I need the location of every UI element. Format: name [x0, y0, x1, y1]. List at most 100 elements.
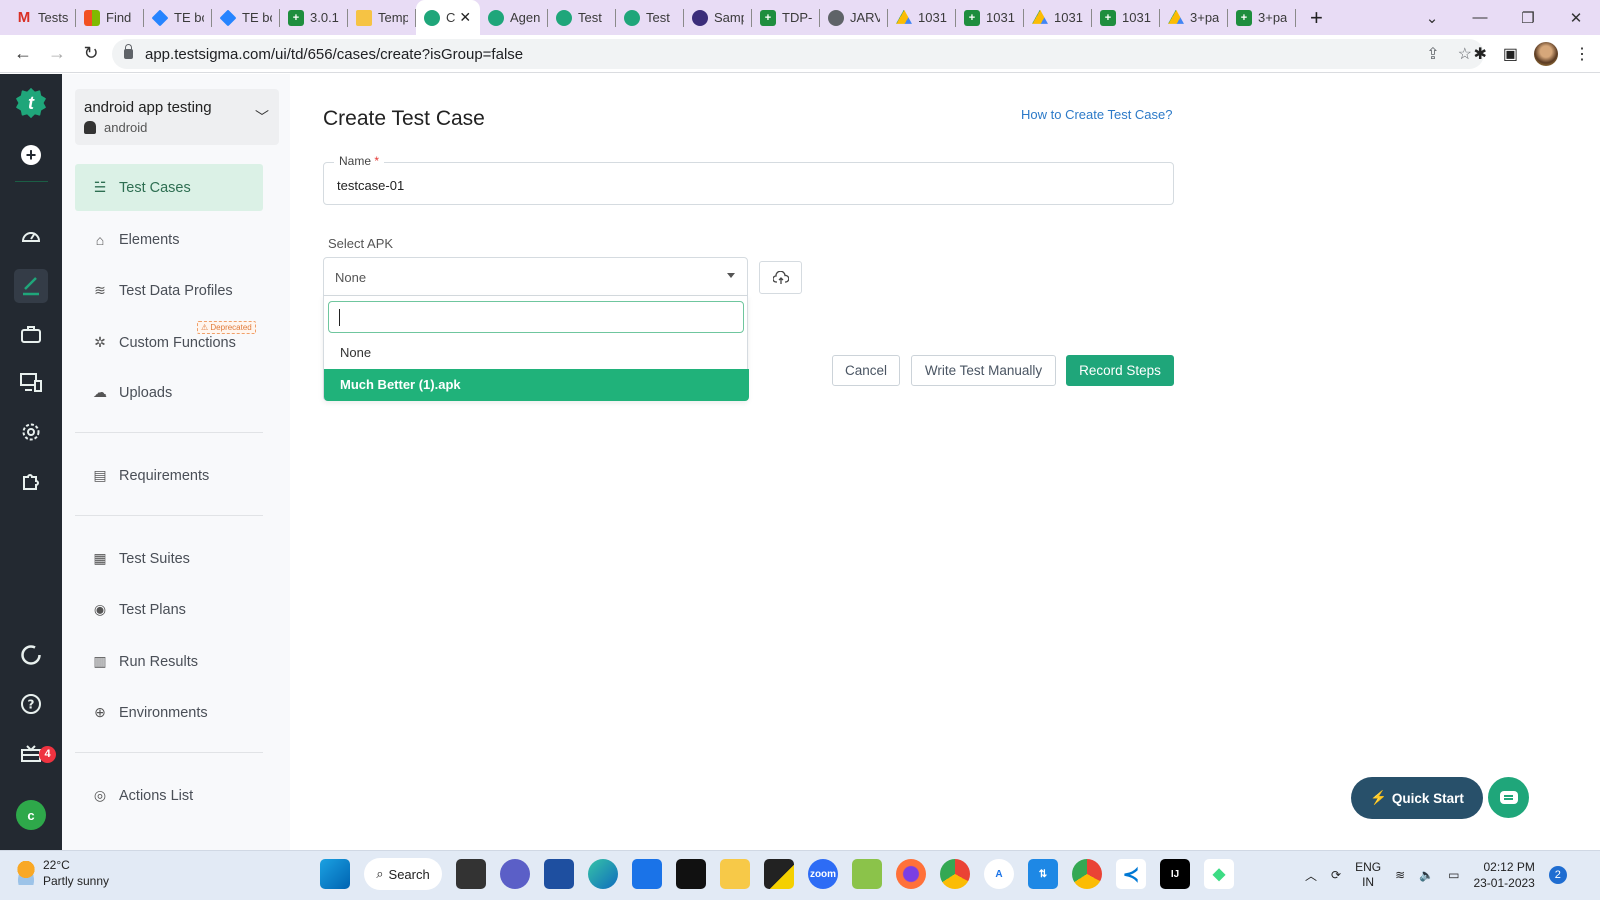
forward-button[interactable]: → — [40, 43, 74, 64]
test-development-nav[interactable] — [14, 269, 48, 303]
maximize-button[interactable]: ❐ — [1504, 9, 1552, 27]
sidebar-item-test-data-profiles[interactable]: ≋ Test Data Profiles — [75, 267, 263, 314]
record-steps-button[interactable]: Record Steps — [1066, 355, 1174, 386]
browser-tab[interactable]: +3+pa — [1228, 0, 1296, 35]
apk-option-highlighted[interactable]: Much Better (1).apk — [324, 369, 749, 401]
browser-tab[interactable]: JARV — [820, 0, 888, 35]
side-panel-icon[interactable]: ▣ — [1503, 44, 1518, 64]
sidebar-item-test-plans[interactable]: ◉ Test Plans — [75, 586, 263, 633]
user-avatar[interactable]: c — [16, 800, 46, 830]
firefox-icon[interactable] — [896, 859, 926, 889]
apk-option[interactable]: None — [324, 337, 749, 369]
sidebar-item-test-suites[interactable]: ▦ Test Suites — [75, 535, 263, 582]
language-indicator[interactable]: ENG IN — [1355, 860, 1381, 890]
browser-tab[interactable]: 1031 — [888, 0, 956, 35]
browser-tab[interactable]: Agen — [480, 0, 548, 35]
weather-widget[interactable]: 22°C Partly sunny — [15, 857, 109, 889]
tray-overflow-icon[interactable]: ︿ — [1305, 867, 1317, 884]
intellij-icon[interactable]: IJ — [1160, 859, 1190, 889]
vscode-icon[interactable]: ≺ — [1116, 859, 1146, 889]
chat-button[interactable] — [1488, 777, 1529, 818]
notepad-plus-icon[interactable] — [852, 859, 882, 889]
windows-start-icon[interactable] — [320, 859, 350, 889]
settings-nav[interactable] — [15, 416, 47, 448]
transfer-icon[interactable]: ⇅ — [1028, 859, 1058, 889]
browser-tab[interactable]: Samp — [684, 0, 752, 35]
reload-button[interactable]: ↻ — [74, 43, 108, 64]
share-icon[interactable]: ⇪ — [1426, 44, 1439, 64]
help-link[interactable]: How to Create Test Case? — [1021, 107, 1173, 122]
browser-tab[interactable]: +1031 — [1092, 0, 1160, 35]
briefcase-nav[interactable] — [15, 318, 47, 350]
extensions-icon[interactable]: ✱ — [1473, 44, 1486, 64]
chevron-down-icon[interactable]: ﹀ — [255, 107, 269, 127]
browser-tab[interactable]: TE bc — [212, 0, 280, 35]
quick-start-button[interactable]: ⚡ Quick Start — [1351, 777, 1483, 819]
url-text[interactable]: app.testsigma.com/ui/td/656/cases/create… — [145, 46, 523, 63]
browser-tab[interactable]: 1031 — [1024, 0, 1092, 35]
ms-store-icon[interactable] — [544, 859, 574, 889]
browser-tab[interactable]: Find — [76, 0, 144, 35]
new-tab-button[interactable]: + — [1310, 5, 1323, 31]
browser-tab[interactable]: Test — [548, 0, 616, 35]
addons-nav[interactable] — [15, 465, 47, 497]
browser-tab[interactable]: + TDP- — [752, 0, 820, 35]
minimize-button[interactable]: — — [1456, 9, 1504, 26]
wifi-icon[interactable]: ≋ — [1395, 868, 1405, 882]
apk-search-input[interactable] — [328, 301, 744, 333]
activity-nav[interactable] — [15, 639, 47, 671]
address-bar[interactable]: app.testsigma.com/ui/td/656/cases/create… — [112, 39, 1484, 69]
browser-tab[interactable]: 3+pa — [1160, 0, 1228, 35]
browser-tab[interactable]: M Tests — [8, 0, 76, 35]
mail-icon[interactable] — [632, 859, 662, 889]
browser-tab[interactable]: Test — [616, 0, 684, 35]
teams-chat-icon[interactable] — [500, 859, 530, 889]
back-button[interactable]: ← — [6, 43, 40, 64]
profile-avatar[interactable] — [1534, 42, 1558, 66]
android-studio-icon[interactable]: ◆ — [1204, 859, 1234, 889]
app-icon[interactable]: A — [984, 859, 1014, 889]
browser-tab[interactable]: Temp — [348, 0, 416, 35]
sidebar-item-environments[interactable]: ⊕ Environments — [75, 689, 263, 736]
terminal-icon[interactable] — [676, 859, 706, 889]
name-field[interactable]: Name * testcase-01 — [323, 154, 1174, 205]
file-explorer-icon[interactable] — [720, 859, 750, 889]
browser-tab[interactable]: TE bc — [144, 0, 212, 35]
close-window-button[interactable]: ✕ — [1552, 9, 1600, 27]
tab-search-icon[interactable]: ⌄ — [1408, 9, 1456, 27]
sidebar-item-uploads[interactable]: ☁ Uploads — [75, 369, 263, 416]
clock[interactable]: 02:12 PM 23-01-2023 — [1473, 859, 1534, 891]
sidebar-item-elements[interactable]: ⌂ Elements — [75, 216, 263, 263]
taskbar-search[interactable]: ⌕ Search — [364, 858, 442, 890]
name-input-value[interactable]: testcase-01 — [337, 178, 404, 193]
upload-apk-button[interactable] — [759, 261, 802, 294]
testsigma-logo[interactable]: t — [15, 87, 47, 119]
dashboard-nav[interactable] — [15, 220, 47, 252]
create-new-button[interactable]: + — [15, 139, 47, 171]
cancel-button[interactable]: Cancel — [832, 355, 900, 386]
zoom-icon[interactable]: zoom — [808, 859, 838, 889]
sidebar-item-run-results[interactable]: ▥ Run Results — [75, 638, 263, 685]
sidebar-item-custom-functions[interactable]: ✲ Custom Functions — [75, 319, 263, 366]
browser-tab[interactable]: +3.0.1 — [280, 0, 348, 35]
task-view-icon[interactable] — [456, 859, 486, 889]
bookmark-star-icon[interactable]: ☆ — [1458, 44, 1472, 64]
close-tab-icon[interactable]: ✕ — [459, 9, 471, 26]
sidebar-item-requirements[interactable]: ▤ Requirements — [75, 452, 263, 499]
devices-nav[interactable] — [15, 367, 47, 399]
edge-icon[interactable] — [588, 859, 618, 889]
chrome-profile-icon[interactable] — [1072, 859, 1102, 889]
sync-icon[interactable]: ⟳ — [1331, 868, 1341, 882]
sticky-notes-icon[interactable] — [764, 859, 794, 889]
write-test-manually-button[interactable]: Write Test Manually — [911, 355, 1056, 386]
battery-icon[interactable]: ▭ — [1448, 868, 1459, 882]
chrome-icon[interactable] — [940, 859, 970, 889]
project-selector[interactable]: android app testing android ﹀ — [75, 89, 279, 145]
browser-tab[interactable]: +1031 — [956, 0, 1024, 35]
browser-menu-icon[interactable]: ⋮ — [1574, 44, 1590, 64]
sidebar-item-test-cases[interactable]: ☱ Test Cases — [75, 164, 263, 211]
apk-select[interactable]: None — [323, 257, 748, 296]
notification-count[interactable]: 2 — [1548, 866, 1567, 884]
sidebar-item-actions-list[interactable]: ◎ Actions List — [75, 772, 263, 819]
browser-tab-active[interactable]: C ✕ — [416, 0, 480, 35]
